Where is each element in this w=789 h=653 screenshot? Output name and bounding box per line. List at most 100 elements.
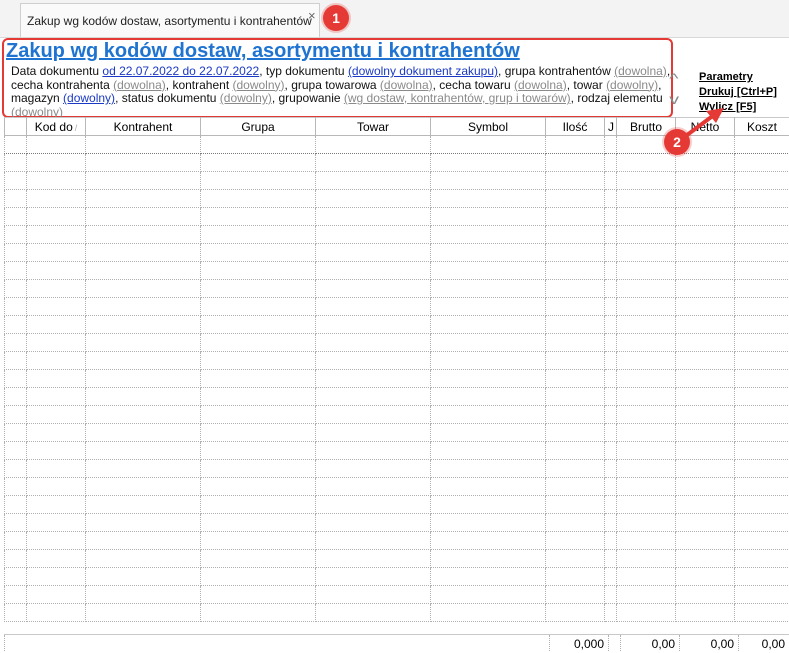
table-cell[interactable] xyxy=(316,208,431,226)
table-cell[interactable] xyxy=(27,586,86,604)
table-cell[interactable] xyxy=(201,478,316,496)
table-cell[interactable] xyxy=(86,586,201,604)
table-cell[interactable] xyxy=(431,262,546,280)
column-header-ilosc[interactable]: Ilość xyxy=(546,118,605,136)
table-cell[interactable] xyxy=(617,442,676,460)
table-cell[interactable] xyxy=(5,586,27,604)
table-cell[interactable] xyxy=(676,208,735,226)
param-value-link[interactable]: (dowolny) xyxy=(11,105,63,118)
table-cell[interactable] xyxy=(676,190,735,208)
table-cell[interactable] xyxy=(676,334,735,352)
table-cell[interactable] xyxy=(201,226,316,244)
table-row[interactable] xyxy=(5,568,789,586)
table-cell[interactable] xyxy=(605,190,617,208)
table-cell[interactable] xyxy=(431,568,546,586)
table-cell[interactable] xyxy=(201,244,316,262)
table-cell[interactable] xyxy=(431,244,546,262)
table-cell[interactable] xyxy=(735,460,789,478)
table-cell[interactable] xyxy=(201,460,316,478)
table-cell[interactable] xyxy=(617,190,676,208)
table-cell[interactable] xyxy=(27,460,86,478)
table-cell[interactable] xyxy=(546,172,605,190)
param-value-link[interactable]: (wg dostaw, kontrahentów, grup i towarów… xyxy=(344,91,571,105)
table-cell[interactable] xyxy=(546,388,605,406)
table-cell[interactable] xyxy=(201,604,316,622)
table-cell[interactable] xyxy=(617,550,676,568)
table-cell[interactable] xyxy=(27,352,86,370)
table-cell[interactable] xyxy=(86,172,201,190)
table-cell[interactable] xyxy=(546,406,605,424)
table-row[interactable] xyxy=(5,442,789,460)
table-cell[interactable] xyxy=(201,172,316,190)
table-cell[interactable] xyxy=(617,604,676,622)
table-cell[interactable] xyxy=(316,280,431,298)
table-cell[interactable] xyxy=(546,154,605,172)
table-cell[interactable] xyxy=(431,406,546,424)
table-cell[interactable] xyxy=(735,298,789,316)
tab-report[interactable]: Zakup wg kodów dostaw, asortymentu i kon… xyxy=(20,3,320,37)
table-cell[interactable] xyxy=(316,226,431,244)
table-cell[interactable] xyxy=(676,586,735,604)
table-cell[interactable] xyxy=(316,424,431,442)
table-cell[interactable] xyxy=(546,604,605,622)
table-row[interactable] xyxy=(5,496,789,514)
param-value-link[interactable]: (dowolny) xyxy=(63,91,115,105)
table-row[interactable] xyxy=(5,316,789,334)
table-cell[interactable] xyxy=(617,208,676,226)
table-cell[interactable] xyxy=(27,262,86,280)
table-cell[interactable] xyxy=(86,424,201,442)
table-cell[interactable] xyxy=(5,136,27,154)
param-value-link[interactable]: (dowolny dokument zakupu) xyxy=(348,65,498,78)
table-cell[interactable] xyxy=(316,262,431,280)
table-cell[interactable] xyxy=(5,352,27,370)
drukuj-link[interactable]: Drukuj [Ctrl+P] xyxy=(699,85,777,100)
column-header-symbol[interactable]: Symbol xyxy=(431,118,546,136)
table-cell[interactable] xyxy=(546,334,605,352)
table-cell[interactable] xyxy=(201,586,316,604)
table-cell[interactable] xyxy=(27,208,86,226)
table-cell[interactable] xyxy=(617,496,676,514)
column-header-kod-do[interactable]: Kod do/ xyxy=(27,118,86,136)
table-cell[interactable] xyxy=(201,352,316,370)
table-cell[interactable] xyxy=(546,586,605,604)
table-cell[interactable] xyxy=(546,190,605,208)
table-row[interactable] xyxy=(5,478,789,496)
table-cell[interactable] xyxy=(605,460,617,478)
table-cell[interactable] xyxy=(5,190,27,208)
table-cell[interactable] xyxy=(27,478,86,496)
table-cell[interactable] xyxy=(605,208,617,226)
table-cell[interactable] xyxy=(546,244,605,262)
table-cell[interactable] xyxy=(605,478,617,496)
table-row[interactable] xyxy=(5,388,789,406)
table-cell[interactable] xyxy=(605,424,617,442)
table-row[interactable] xyxy=(5,424,789,442)
table-cell[interactable] xyxy=(27,334,86,352)
table-cell[interactable] xyxy=(605,172,617,190)
table-cell[interactable] xyxy=(316,568,431,586)
table-cell[interactable] xyxy=(86,244,201,262)
table-cell[interactable] xyxy=(676,316,735,334)
table-cell[interactable] xyxy=(27,190,86,208)
table-cell[interactable] xyxy=(316,532,431,550)
table-cell[interactable] xyxy=(546,532,605,550)
table-cell[interactable] xyxy=(201,298,316,316)
table-cell[interactable] xyxy=(735,550,789,568)
table-cell[interactable] xyxy=(735,154,789,172)
table-cell[interactable] xyxy=(431,154,546,172)
table-cell[interactable] xyxy=(735,496,789,514)
table-row[interactable] xyxy=(5,586,789,604)
table-cell[interactable] xyxy=(676,604,735,622)
param-value-link[interactable]: (dowolna) xyxy=(514,78,567,92)
table-cell[interactable] xyxy=(735,478,789,496)
table-cell[interactable] xyxy=(27,388,86,406)
table-cell[interactable] xyxy=(5,154,27,172)
table-cell[interactable] xyxy=(27,316,86,334)
chevron-down-icon[interactable]: v xyxy=(669,93,689,105)
table-cell[interactable] xyxy=(605,280,617,298)
table-cell[interactable] xyxy=(431,496,546,514)
table-row[interactable] xyxy=(5,154,789,172)
table-cell[interactable] xyxy=(735,316,789,334)
table-cell[interactable] xyxy=(431,604,546,622)
table-cell[interactable] xyxy=(605,604,617,622)
table-cell[interactable] xyxy=(201,262,316,280)
